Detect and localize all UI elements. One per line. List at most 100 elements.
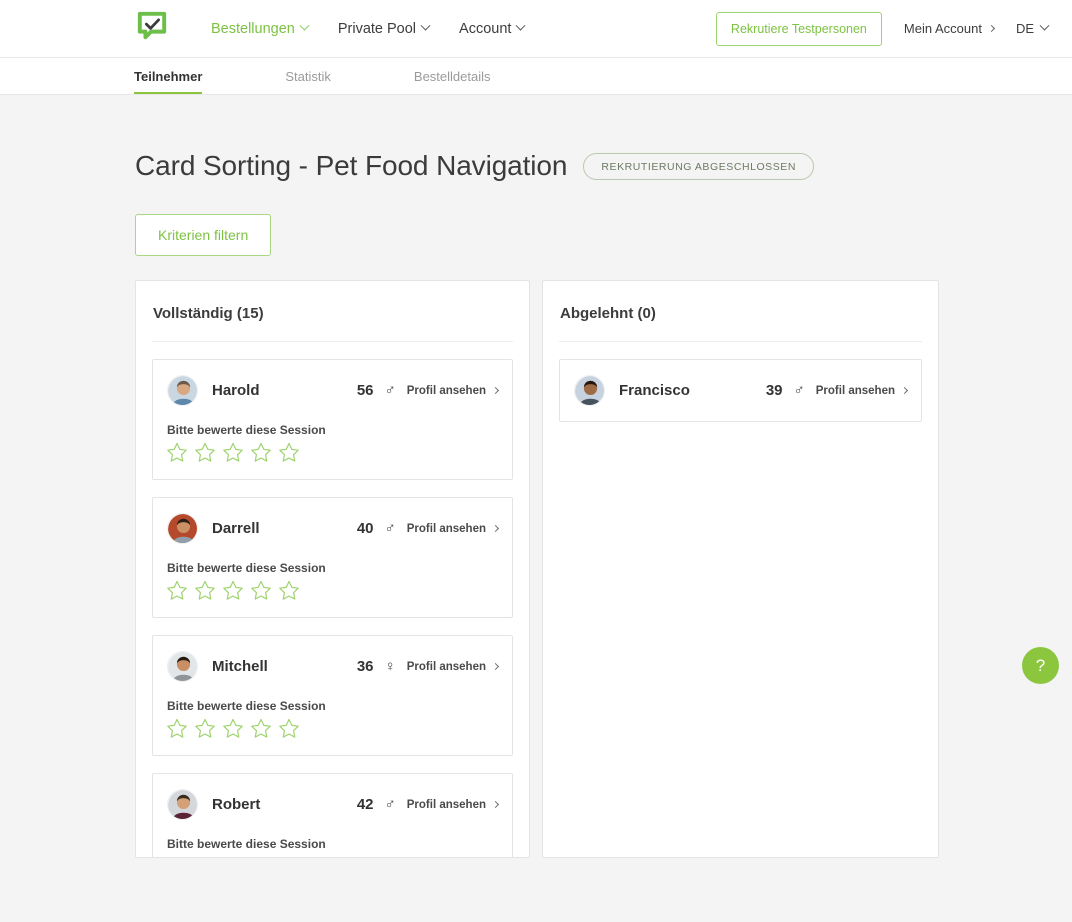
star-icon[interactable] bbox=[278, 718, 300, 739]
nav-label: Bestellungen bbox=[211, 20, 295, 37]
star-icon[interactable] bbox=[250, 718, 272, 739]
nav-label: Account bbox=[459, 20, 512, 37]
question-mark-icon: ? bbox=[1035, 655, 1046, 675]
star-icon[interactable] bbox=[278, 856, 300, 857]
male-gender-icon: ♂ bbox=[384, 520, 396, 537]
brand-logo[interactable] bbox=[130, 7, 174, 51]
participant-card[interactable]: Harold 56 ♂ Profil ansehen Bitte bewerte die… bbox=[152, 359, 513, 480]
completed-panel: Vollständig (15) Harold 56 ♂ Profil ansehen… bbox=[135, 280, 530, 858]
star-icon[interactable] bbox=[250, 442, 272, 463]
star-icon[interactable] bbox=[222, 442, 244, 463]
star-icon[interactable] bbox=[166, 442, 188, 463]
star-icon[interactable] bbox=[166, 718, 188, 739]
status-badge: REKRUTIERUNG ABGESCHLOSSEN bbox=[583, 152, 814, 180]
completed-card-list: Harold 56 ♂ Profil ansehen Bitte bewerte die… bbox=[152, 342, 513, 857]
filter-criteria-button[interactable]: Kriterien filtern bbox=[135, 214, 272, 256]
star-icon[interactable] bbox=[194, 718, 216, 739]
rating-prompt: Bitte bewerte diese Session bbox=[167, 423, 326, 437]
participant-age: 56 bbox=[356, 382, 374, 399]
rating-stars[interactable] bbox=[166, 580, 498, 601]
rejected-panel-title: Abgelehnt (0) bbox=[559, 281, 922, 342]
star-icon[interactable] bbox=[166, 856, 188, 857]
participant-card[interactable]: Darrell 40 ♂ Profil ansehen Bitte bewerte di… bbox=[152, 497, 513, 618]
tab-statistik[interactable]: Statistik bbox=[285, 58, 331, 94]
page-content: Card Sorting - Pet Food Navigation REKRU… bbox=[0, 150, 1072, 858]
participant-columns: Vollständig (15) Harold 56 ♂ Profil ansehen… bbox=[135, 280, 1072, 858]
participant-name: Mitchell bbox=[212, 658, 268, 675]
chevron-down-icon bbox=[299, 20, 310, 31]
chevron-right-icon bbox=[491, 662, 500, 671]
language-selector[interactable]: DE bbox=[1015, 20, 1050, 36]
speech-bubble-check-logo-icon bbox=[137, 11, 167, 46]
tab-teilnehmer[interactable]: Teilnehmer bbox=[134, 58, 203, 94]
star-icon[interactable] bbox=[194, 442, 216, 463]
avatar bbox=[167, 513, 198, 544]
main-navigation: Bestellungen Private Pool Account bbox=[211, 20, 526, 37]
view-profile-label: Profil ansehen bbox=[406, 522, 486, 535]
header-right-group: Rekrutiere Testpersonen Mein Account DE bbox=[715, 11, 1050, 46]
rejected-card-list: Francisco 39 ♂ Profil ansehen bbox=[559, 342, 922, 422]
avatar bbox=[167, 789, 198, 820]
chevron-right-icon bbox=[900, 386, 909, 395]
participant-meta: 40 ♂ Profil ansehen bbox=[356, 520, 500, 537]
participant-card[interactable]: Mitchell 36 ♀ Profil ansehen Bitte bewerte d… bbox=[152, 635, 513, 756]
view-profile-link[interactable]: Profil ansehen bbox=[406, 798, 500, 811]
star-icon[interactable] bbox=[222, 856, 244, 857]
chevron-right-icon bbox=[987, 24, 995, 33]
male-gender-icon: ♂ bbox=[384, 382, 396, 399]
view-profile-link[interactable]: Profil ansehen bbox=[816, 385, 909, 397]
star-icon[interactable] bbox=[222, 718, 244, 739]
nav-item-bestellungen[interactable]: Bestellungen bbox=[211, 20, 310, 37]
chevron-right-icon bbox=[491, 800, 500, 809]
rating-stars[interactable] bbox=[166, 856, 498, 857]
rating-prompt: Bitte bewerte diese Session bbox=[167, 699, 326, 713]
chevron-down-icon bbox=[420, 20, 431, 31]
participant-meta: 56 ♂ Profil ansehen bbox=[356, 382, 500, 399]
nav-item-private-pool[interactable]: Private Pool bbox=[338, 20, 431, 37]
language-label: DE bbox=[1015, 21, 1034, 36]
rating-prompt: Bitte bewerte diese Session bbox=[167, 561, 326, 575]
page-title: Card Sorting - Pet Food Navigation bbox=[135, 150, 568, 181]
participant-header: Darrell 40 ♂ Profil ansehen bbox=[167, 513, 500, 544]
star-icon[interactable] bbox=[194, 580, 216, 601]
male-gender-icon: ♂ bbox=[793, 382, 805, 399]
participant-card[interactable]: Francisco 39 ♂ Profil ansehen bbox=[559, 359, 922, 422]
star-icon[interactable] bbox=[250, 580, 272, 601]
participant-age: 40 bbox=[356, 520, 374, 537]
recruit-testers-button[interactable]: Rekrutiere Testpersonen bbox=[715, 11, 882, 46]
female-gender-icon: ♀ bbox=[384, 658, 396, 675]
star-icon[interactable] bbox=[278, 442, 300, 463]
avatar bbox=[167, 651, 198, 682]
view-profile-link[interactable]: Profil ansehen bbox=[406, 522, 500, 535]
top-header: Bestellungen Private Pool Account Rekrut… bbox=[0, 0, 1072, 58]
title-row: Card Sorting - Pet Food Navigation REKRU… bbox=[135, 150, 1072, 182]
star-icon[interactable] bbox=[194, 856, 216, 857]
view-profile-link[interactable]: Profil ansehen bbox=[407, 661, 500, 673]
tab-bestelldetails[interactable]: Bestelldetails bbox=[414, 58, 491, 94]
participant-name: Darrell bbox=[212, 520, 260, 537]
star-icon[interactable] bbox=[222, 580, 244, 601]
participant-card[interactable]: Robert 42 ♂ Profil ansehen Bitte bewerte die… bbox=[152, 773, 513, 857]
star-icon[interactable] bbox=[166, 580, 188, 601]
chevron-right-icon bbox=[491, 524, 500, 533]
view-profile-label: Profil ansehen bbox=[406, 798, 486, 811]
chevron-down-icon bbox=[515, 20, 526, 31]
participant-meta: 39 ♂ Profil ansehen bbox=[766, 382, 909, 399]
participant-header: Mitchell 36 ♀ Profil ansehen bbox=[167, 651, 500, 682]
completed-panel-title: Vollständig (15) bbox=[152, 281, 513, 342]
rating-stars[interactable] bbox=[166, 718, 498, 739]
avatar bbox=[574, 375, 605, 406]
rejected-panel: Abgelehnt (0) Francisco 39 ♂ Profil ansehen bbox=[542, 280, 939, 858]
participant-header: Harold 56 ♂ Profil ansehen bbox=[167, 375, 500, 406]
rating-stars[interactable] bbox=[166, 442, 498, 463]
my-account-link[interactable]: Mein Account bbox=[904, 21, 995, 36]
nav-item-account[interactable]: Account bbox=[459, 20, 526, 37]
star-icon[interactable] bbox=[278, 580, 300, 601]
participant-header: Francisco 39 ♂ Profil ansehen bbox=[574, 375, 909, 406]
participant-name: Robert bbox=[212, 796, 261, 813]
help-button[interactable]: ? bbox=[1022, 647, 1059, 684]
star-icon[interactable] bbox=[250, 856, 272, 857]
rating-prompt: Bitte bewerte diese Session bbox=[167, 837, 326, 851]
view-profile-link[interactable]: Profil ansehen bbox=[407, 385, 500, 397]
participant-age: 36 bbox=[356, 658, 374, 675]
